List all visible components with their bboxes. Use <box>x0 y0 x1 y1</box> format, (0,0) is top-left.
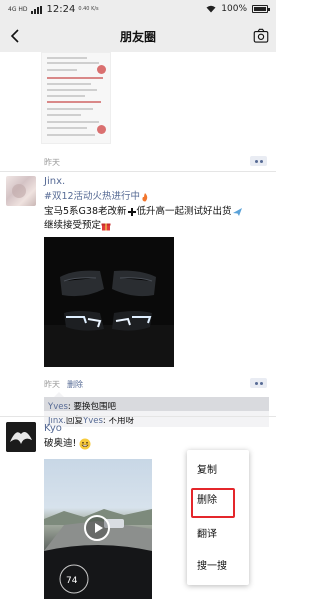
username[interactable]: Jinx. <box>44 176 65 187</box>
grin-emoji-icon <box>79 438 91 449</box>
camera-icon[interactable] <box>252 27 270 45</box>
play-icon[interactable] <box>84 515 110 541</box>
battery-fill <box>254 7 266 11</box>
comment-text: 要换包围吧 <box>73 402 116 412</box>
clock: 12:24 <box>46 4 76 15</box>
more-button[interactable] <box>250 156 267 166</box>
net-speed: 0.40 K/s <box>78 6 99 12</box>
menu-item-translate[interactable]: 翻译 <box>187 520 249 550</box>
post-text-line-1: #双12活动火热进行中 <box>44 190 150 204</box>
hashtag-link[interactable]: #双12活动火热进行中 <box>44 191 140 202</box>
comment-text: 不用呀 <box>108 416 134 426</box>
comment-row[interactable]: Yves: 要换包围吧 <box>48 400 116 412</box>
comment-author[interactable]: Yves <box>48 402 68 412</box>
post-time: 昨天 <box>44 380 60 389</box>
post-text-segment: 宝马5系G38老改新 <box>44 206 127 217</box>
post-text-line-2: 宝马5系G38老改新 低升高一起测试好出货 <box>44 205 243 219</box>
video-thumbnail[interactable]: 74 <box>44 459 152 599</box>
delete-link[interactable]: 删除 <box>67 379 83 390</box>
post-text-line-3: 继续接受预定 <box>44 219 111 233</box>
plus-icon <box>127 207 136 216</box>
context-menu: 复制 删除 翻译 搜一搜 <box>187 450 249 585</box>
moments-feed[interactable]: 昨天 Jinx. #双12活动火热进行中 宝马5系G38老改新 低升高一起测试好出… <box>0 52 276 600</box>
battery-icon <box>252 5 270 13</box>
fire-icon <box>142 192 148 201</box>
status-bar: 4G HD 12:24 0.40 K/s 100% <box>0 0 276 20</box>
more-button[interactable] <box>250 378 267 388</box>
reply-target[interactable]: Yves <box>83 416 103 426</box>
wifi-icon <box>206 5 216 13</box>
post-time: 昨天 <box>44 158 60 167</box>
svg-text:74: 74 <box>66 576 78 586</box>
reply-label: 回复 <box>66 416 84 426</box>
menu-item-copy[interactable]: 复制 <box>187 456 249 486</box>
nav-bar: 朋友圈 <box>0 20 276 52</box>
stamp-mark <box>97 125 106 134</box>
post-text-segment: 破奥迪! <box>44 438 77 449</box>
stamp-mark <box>97 65 106 74</box>
username[interactable]: Kyo <box>44 423 62 434</box>
receipt-image[interactable] <box>41 52 111 144</box>
divider <box>0 171 276 172</box>
post-text-line-1: 破奥迪! <box>44 437 91 451</box>
avatar[interactable] <box>6 176 36 206</box>
signal-icon <box>30 5 42 14</box>
menu-item-delete[interactable]: 删除 <box>187 486 249 516</box>
airplane-icon <box>232 207 242 216</box>
divider <box>0 416 276 417</box>
post-text-segment: 低升高一起测试好出货 <box>136 206 232 217</box>
gift-icon <box>101 223 111 230</box>
battery-percent: 100% <box>221 4 247 14</box>
page-title: 朋友圈 <box>119 30 156 44</box>
menu-item-search[interactable]: 搜一搜 <box>187 552 249 582</box>
post-text-segment: 继续接受预定 <box>44 220 102 231</box>
headlight-photo[interactable] <box>44 237 174 367</box>
comments-box: Yves: 要换包围吧 Jinx.回复Yves: 不用呀 <box>44 392 269 427</box>
avatar[interactable] <box>6 422 36 452</box>
network-label: 4G HD <box>8 5 28 13</box>
